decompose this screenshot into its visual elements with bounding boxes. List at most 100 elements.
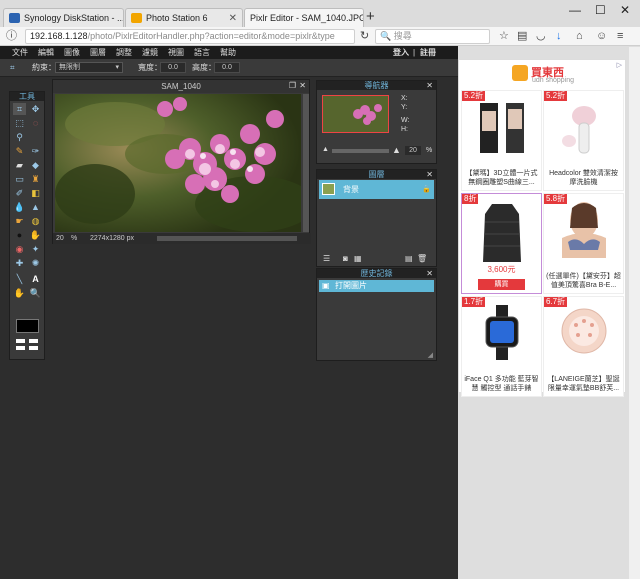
download-icon[interactable]: ↓ bbox=[556, 29, 562, 43]
zoom-slider[interactable] bbox=[332, 149, 389, 153]
emoji-icon[interactable]: ☺ bbox=[596, 29, 607, 43]
heal-tool-icon[interactable]: ◧ bbox=[29, 187, 42, 199]
close-icon[interactable]: ✕ bbox=[426, 81, 433, 90]
zoom-out-icon[interactable]: ▲ bbox=[322, 146, 329, 153]
redeye-tool-icon[interactable]: ◉ bbox=[13, 243, 26, 255]
product-card[interactable]: 6.7折 【LANEIGE蘭芝】聖誕限量幸運氣墊BB舒芙... bbox=[543, 296, 624, 397]
drop-tool-icon[interactable]: 💧 bbox=[13, 201, 26, 213]
crop-tool-icon[interactable]: ⌗ bbox=[13, 103, 26, 115]
maximize-button[interactable]: ☐ bbox=[595, 3, 606, 17]
zoom-value[interactable]: 20 bbox=[56, 233, 64, 244]
color-swatch[interactable] bbox=[16, 319, 39, 333]
product-card[interactable]: 8折 3,600元 購買 bbox=[461, 193, 542, 294]
gradient-tool-icon[interactable]: ▭ bbox=[13, 173, 26, 185]
history-label: 打開圖片 bbox=[335, 281, 367, 290]
line-tool-icon[interactable]: ╲ bbox=[13, 273, 26, 285]
product-card[interactable]: 5.8折 (任選單件)【黛安芬】超值美頂驚喜Bra B-E... bbox=[543, 193, 624, 294]
tab-photo-station[interactable]: Photo Station 6 ✕ bbox=[125, 8, 243, 27]
close-icon[interactable]: ✕ bbox=[426, 269, 433, 278]
bookmark-star-icon[interactable]: ☆ bbox=[499, 29, 509, 43]
history-item[interactable]: ▣ 打開圖片 bbox=[319, 280, 434, 292]
stamp-tool-icon[interactable]: ♜ bbox=[29, 173, 42, 185]
layer-item[interactable]: 背景 🔒 bbox=[319, 180, 434, 199]
tab-title: Photo Station 6 bbox=[146, 13, 208, 23]
udn-ad-banner[interactable]: 買東西 udn shopping ▷ 5.2折 【黛瑪】3D立體一片式無鋼圈雕塑… bbox=[458, 59, 626, 397]
smudge-tool-icon[interactable]: ☛ bbox=[13, 215, 26, 227]
close-window-button[interactable]: ✕ bbox=[620, 3, 630, 17]
close-tab-icon[interactable]: ✕ bbox=[229, 13, 237, 24]
navigator-thumbnail[interactable] bbox=[322, 95, 389, 133]
resize-handle-icon[interactable]: ◢ bbox=[428, 351, 433, 359]
login-link[interactable]: 登入 bbox=[393, 46, 409, 59]
product-card[interactable]: 1.7折 iFace Q1 多功能 藍芽智慧 觸控型 通話手錶 bbox=[461, 296, 542, 397]
wand-tool-icon[interactable]: ⚲ bbox=[13, 131, 26, 143]
address-bar[interactable]: 192.168.1.128/photo/PixlrEditorHandler.p… bbox=[25, 29, 355, 44]
product-caption: 【LANEIGE蘭芝】聖誕限量幸運氣墊BB舒芙... bbox=[547, 376, 620, 392]
picker-tool-icon[interactable]: ✐ bbox=[13, 187, 26, 199]
ad-info-icon[interactable]: ▷ bbox=[617, 61, 622, 69]
sharpen-tool-icon[interactable]: ▲ bbox=[29, 201, 42, 213]
dodge-tool-icon[interactable]: ● bbox=[13, 229, 26, 241]
menu-adjust[interactable]: 調整 bbox=[116, 46, 132, 59]
layer-style-icon[interactable]: ▦ bbox=[354, 254, 362, 263]
info-icon[interactable]: ⓘ bbox=[6, 29, 17, 43]
brush-tool-icon[interactable]: ✑ bbox=[29, 145, 42, 157]
tab-synology[interactable]: Synology DiskStation - ... ✕ bbox=[3, 8, 124, 27]
spot-tool-icon[interactable]: ✦ bbox=[29, 243, 42, 255]
pocket-icon[interactable]: ◡ bbox=[536, 29, 546, 43]
product-caption: (任選單件)【黛安芬】超值美頂驚喜Bra B-E... bbox=[546, 273, 621, 289]
text-tool-icon[interactable]: A bbox=[29, 273, 42, 285]
home-icon[interactable]: ⌂ bbox=[576, 29, 583, 43]
register-link[interactable]: 註冊 bbox=[420, 46, 436, 59]
pinch-tool-icon[interactable]: ✺ bbox=[29, 257, 42, 269]
zoom-tool-icon[interactable]: 🔍 bbox=[29, 287, 42, 299]
menu-layer[interactable]: 圖層 bbox=[90, 46, 106, 59]
product-card[interactable]: 5.2折 【黛瑪】3D立體一片式無鋼圈雕塑S曲線三... bbox=[461, 90, 542, 191]
close-icon[interactable]: ✕ bbox=[299, 81, 306, 90]
restore-icon[interactable]: ❐ bbox=[289, 81, 296, 90]
move-tool-icon[interactable]: ✥ bbox=[29, 103, 42, 115]
close-icon[interactable]: ✕ bbox=[426, 170, 433, 179]
eraser-tool-icon[interactable]: ▰ bbox=[13, 159, 26, 171]
sponge-tool-icon[interactable]: ◍ bbox=[29, 215, 42, 227]
trash-icon[interactable]: 🗑 bbox=[417, 254, 427, 263]
reading-list-icon[interactable]: ▤ bbox=[517, 29, 527, 43]
bloat-tool-icon[interactable]: ✚ bbox=[13, 257, 26, 269]
menu-image[interactable]: 圖像 bbox=[64, 46, 80, 59]
horizontal-scrollbar[interactable] bbox=[157, 236, 297, 241]
search-input[interactable]: 🔍 搜尋 bbox=[375, 29, 490, 44]
menu-view[interactable]: 視圖 bbox=[168, 46, 184, 59]
new-layer-icon[interactable]: ▤ bbox=[405, 254, 413, 263]
discount-badge: 5.2折 bbox=[544, 91, 568, 101]
menu-icon[interactable]: ≡ bbox=[617, 29, 623, 43]
grid-icon[interactable] bbox=[16, 339, 39, 351]
reload-icon[interactable]: ↻ bbox=[360, 29, 369, 43]
hand-tool-icon[interactable]: ✋ bbox=[13, 287, 26, 299]
menu-edit[interactable]: 編輯 bbox=[38, 46, 54, 59]
zoom-input[interactable]: 20 bbox=[405, 146, 421, 155]
photo-canvas[interactable] bbox=[55, 94, 301, 232]
menu-help[interactable]: 幫助 bbox=[220, 46, 236, 59]
constraint-select[interactable]: 無限制 ▾ bbox=[55, 62, 123, 73]
vertical-scrollbar[interactable] bbox=[303, 94, 309, 232]
minimize-button[interactable]: — bbox=[569, 3, 581, 17]
product-card[interactable]: 5.2折 Headcolor 雙效清潔按摩洗臉機 bbox=[543, 90, 624, 191]
burn-tool-icon[interactable]: ✋ bbox=[29, 229, 42, 241]
layer-settings-icon[interactable]: ☰ bbox=[323, 254, 330, 263]
zoom-in-icon[interactable]: ▲ bbox=[392, 145, 401, 155]
menu-language[interactable]: 語言 bbox=[194, 46, 210, 59]
pencil-tool-icon[interactable]: ✎ bbox=[13, 145, 26, 157]
tab-pixlr[interactable]: Pixlr Editor - SAM_1040.JPG ✕ bbox=[244, 8, 364, 27]
lasso-tool-icon[interactable]: ◌ bbox=[29, 117, 42, 129]
layer-mask-icon[interactable]: ◙ bbox=[343, 254, 348, 263]
marquee-tool-icon[interactable]: ⬚ bbox=[13, 117, 26, 129]
menu-file[interactable]: 文件 bbox=[12, 46, 28, 59]
bucket-tool-icon[interactable]: ◆ bbox=[29, 159, 42, 171]
menu-filter[interactable]: 濾鏡 bbox=[142, 46, 158, 59]
new-tab-button[interactable]: + bbox=[366, 9, 375, 24]
page-scrollbar[interactable] bbox=[629, 47, 640, 579]
flower-photo bbox=[55, 94, 301, 232]
height-input[interactable]: 0.0 bbox=[214, 62, 240, 73]
buy-button[interactable]: 購買 bbox=[478, 279, 525, 290]
width-input[interactable]: 0.0 bbox=[160, 62, 186, 73]
